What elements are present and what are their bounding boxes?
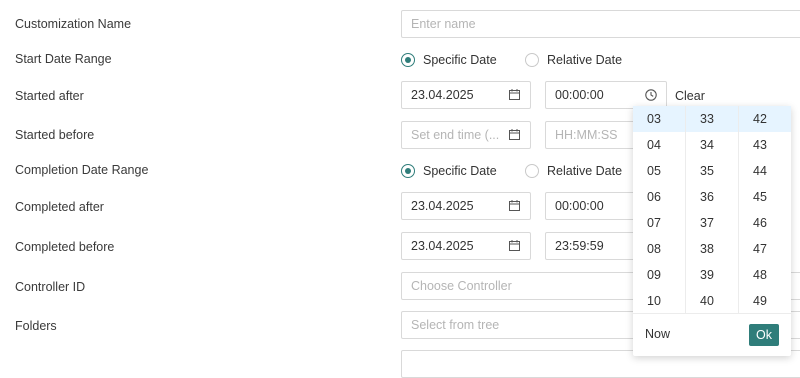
radio-checked-icon bbox=[401, 164, 415, 178]
completed-before-label: Completed before bbox=[15, 240, 115, 254]
folders-label: Folders bbox=[15, 319, 57, 333]
minutes-column[interactable]: 33 34 35 36 37 38 39 40 bbox=[686, 106, 739, 314]
minute-option[interactable]: 36 bbox=[686, 184, 738, 210]
radio-checked-icon bbox=[401, 53, 415, 67]
started-after-time-input[interactable]: 00:00:00 bbox=[545, 81, 667, 109]
hour-option[interactable]: 05 bbox=[633, 158, 685, 184]
calendar-icon bbox=[509, 89, 520, 100]
completed-after-date-value: 23.04.2025 bbox=[411, 199, 474, 213]
completion-date-range-label: Completion Date Range bbox=[15, 163, 149, 177]
second-option[interactable]: 46 bbox=[739, 210, 791, 236]
started-before-time-placeholder: HH:MM:SS bbox=[555, 128, 618, 142]
start-relative-date-label: Relative Date bbox=[547, 53, 623, 67]
now-button[interactable]: Now bbox=[645, 327, 670, 341]
hour-option[interactable]: 10 bbox=[633, 288, 685, 314]
start-specific-date-label: Specific Date bbox=[423, 53, 497, 67]
started-before-label: Started before bbox=[15, 128, 95, 142]
hours-column[interactable]: 03 04 05 06 07 08 09 10 bbox=[633, 106, 686, 314]
time-picker-dropdown: 03 04 05 06 07 08 09 10 33 34 35 36 37 3… bbox=[633, 106, 791, 356]
radio-unchecked-icon bbox=[525, 53, 539, 67]
hour-option[interactable]: 07 bbox=[633, 210, 685, 236]
started-before-date-input[interactable]: Set end time (... bbox=[401, 121, 531, 149]
start-date-range-label: Start Date Range bbox=[15, 52, 112, 66]
completion-specific-date-label: Specific Date bbox=[423, 164, 497, 178]
hour-option[interactable]: 09 bbox=[633, 262, 685, 288]
second-option[interactable]: 47 bbox=[739, 236, 791, 262]
second-option[interactable]: 43 bbox=[739, 132, 791, 158]
calendar-icon bbox=[509, 200, 520, 211]
started-after-label: Started after bbox=[15, 89, 84, 103]
completed-before-date-input[interactable]: 23.04.2025 bbox=[401, 232, 531, 260]
hour-option[interactable]: 08 bbox=[633, 236, 685, 262]
completion-relative-date-radio[interactable]: Relative Date bbox=[525, 164, 622, 178]
customization-name-input[interactable]: Enter name bbox=[401, 10, 800, 38]
customization-name-label: Customization Name bbox=[15, 17, 132, 31]
folders-placeholder: Select from tree bbox=[411, 318, 500, 332]
completed-after-date-input[interactable]: 23.04.2025 bbox=[401, 192, 531, 220]
minute-option[interactable]: 33 bbox=[686, 106, 738, 132]
ok-button[interactable]: Ok bbox=[749, 324, 779, 346]
completed-before-time-value: 23:59:59 bbox=[555, 239, 604, 253]
radio-unchecked-icon bbox=[525, 164, 539, 178]
start-relative-date-radio[interactable]: Relative Date bbox=[525, 53, 622, 67]
started-after-date-input[interactable]: 23.04.2025 bbox=[401, 81, 531, 109]
second-option[interactable]: 49 bbox=[739, 288, 791, 314]
calendar-icon bbox=[509, 240, 520, 251]
start-specific-date-radio[interactable]: Specific Date bbox=[401, 53, 497, 67]
minute-option[interactable]: 39 bbox=[686, 262, 738, 288]
hour-option[interactable]: 04 bbox=[633, 132, 685, 158]
calendar-icon bbox=[509, 129, 520, 140]
second-option[interactable]: 44 bbox=[739, 158, 791, 184]
seconds-column[interactable]: 42 43 44 45 46 47 48 49 bbox=[739, 106, 791, 314]
second-option[interactable]: 42 bbox=[739, 106, 791, 132]
minute-option[interactable]: 35 bbox=[686, 158, 738, 184]
minute-option[interactable]: 37 bbox=[686, 210, 738, 236]
minute-option[interactable]: 40 bbox=[686, 288, 738, 314]
completed-after-time-value: 00:00:00 bbox=[555, 199, 604, 213]
started-before-date-placeholder: Set end time (... bbox=[411, 128, 500, 142]
completed-after-label: Completed after bbox=[15, 200, 104, 214]
controller-id-label: Controller ID bbox=[15, 280, 86, 294]
controller-id-placeholder: Choose Controller bbox=[411, 279, 512, 293]
clock-icon bbox=[645, 89, 657, 101]
second-option[interactable]: 48 bbox=[739, 262, 791, 288]
hour-option[interactable]: 06 bbox=[633, 184, 685, 210]
minute-option[interactable]: 38 bbox=[686, 236, 738, 262]
customization-name-placeholder: Enter name bbox=[411, 17, 476, 31]
started-after-time-value: 00:00:00 bbox=[555, 88, 604, 102]
completed-before-date-value: 23.04.2025 bbox=[411, 239, 474, 253]
started-after-date-value: 23.04.2025 bbox=[411, 88, 474, 102]
clear-time-button[interactable]: Clear bbox=[675, 89, 705, 103]
time-picker-footer: Now Ok bbox=[633, 313, 791, 356]
minute-option[interactable]: 34 bbox=[686, 132, 738, 158]
completion-relative-date-label: Relative Date bbox=[547, 164, 623, 178]
hour-option[interactable]: 03 bbox=[633, 106, 685, 132]
completion-specific-date-radio[interactable]: Specific Date bbox=[401, 164, 497, 178]
second-option[interactable]: 45 bbox=[739, 184, 791, 210]
